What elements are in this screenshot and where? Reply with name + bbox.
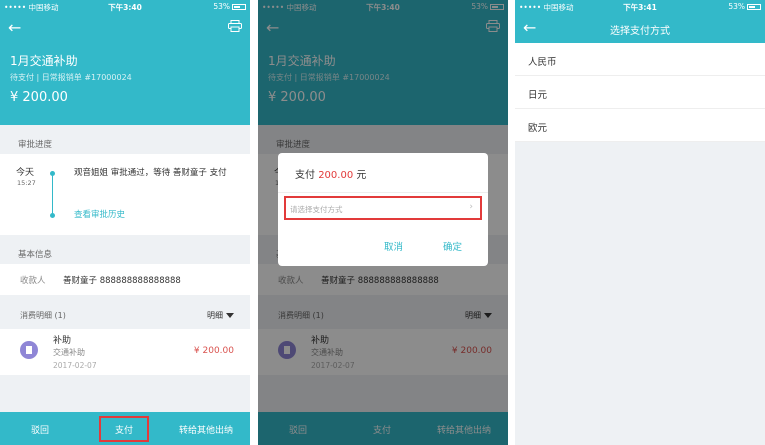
timeline-line xyxy=(52,174,53,216)
approval-day: 今天 xyxy=(16,168,35,178)
details-toggle-label: 明细 xyxy=(207,311,223,320)
cancel-button[interactable]: 取消 xyxy=(384,239,403,253)
pay-dialog: 支付 200.00 元 请选择支付方式 › 取消 确定 xyxy=(278,153,488,266)
status-bar: ••••• 中国移动 下午3:40 53% xyxy=(0,0,250,14)
expense-detail-screen: ••••• 中国移动 下午3:40 53% ← 1月交通补助 待支付 | 日常报… xyxy=(0,0,250,445)
timeline-dot xyxy=(50,213,55,218)
approval-section-header: 审批进度 xyxy=(18,140,53,150)
payee-value: 善财童子 888888888888888 xyxy=(63,276,181,286)
expense-meta: 待支付 | 日常报销单 #17000024 xyxy=(10,73,132,82)
timeline-dot xyxy=(50,171,55,176)
printer-icon[interactable] xyxy=(228,20,242,32)
confirm-button[interactable]: 确定 xyxy=(443,239,462,253)
payee-row: 收款人 善财童子 888888888888888 xyxy=(0,264,250,295)
item-name: 补助 xyxy=(53,336,72,346)
payment-method-select[interactable]: 请选择支付方式 › xyxy=(284,196,482,220)
battery-indicator: 53% xyxy=(728,2,761,11)
battery-icon xyxy=(747,4,761,10)
nav-bar: ← 选择支付方式 xyxy=(515,14,765,43)
expense-details-header: 消费明细 (1) 明细 xyxy=(0,295,250,329)
back-arrow-icon[interactable]: ← xyxy=(8,18,21,37)
pay-dialog-title: 支付 200.00 元 xyxy=(295,166,366,181)
details-count-label: 消费明细 (1) xyxy=(20,311,66,320)
basic-info-header: 基本信息 xyxy=(18,250,53,260)
dialog-title-prefix: 支付 xyxy=(295,170,315,181)
item-type: 交通补助 xyxy=(53,348,85,357)
expense-title: 1月交通补助 xyxy=(10,54,78,68)
status-bar: ••••• 中国移动 下午3:41 53% xyxy=(515,0,765,14)
item-date: 2017-02-07 xyxy=(53,361,97,370)
divider xyxy=(278,192,488,193)
payment-method-screen: ••••• 中国移动 下午3:41 53% ← 选择支付方式 人民币 日元 欧元 xyxy=(515,0,765,445)
dialog-title-suffix: 元 xyxy=(356,170,367,181)
approval-history-link[interactable]: 查看审批历史 xyxy=(74,208,125,220)
caret-down-icon xyxy=(226,313,234,318)
pay-dialog-screen: ••••• 中国移动 下午3:40 53% ← 1月交通补助 待支付 | 日常报… xyxy=(258,0,508,445)
payment-method-placeholder: 请选择支付方式 xyxy=(290,205,343,214)
details-toggle[interactable]: 明细 xyxy=(207,310,234,321)
battery-indicator: 53% xyxy=(213,2,246,11)
approval-time: 15:27 xyxy=(17,179,36,187)
battery-label: 53% xyxy=(213,2,230,11)
approval-status-text: 观音姐姐 审批通过，等待 善财童子 支付 xyxy=(74,168,227,178)
chevron-right-icon: › xyxy=(469,202,473,212)
battery-icon xyxy=(232,4,246,10)
item-amount: ¥ 200.00 xyxy=(193,346,234,356)
action-bar: 驳回 支付 转给其他出纳 xyxy=(0,412,250,445)
battery-label: 53% xyxy=(728,2,745,11)
expense-header: ← 1月交通补助 待支付 | 日常报销单 #17000024 ¥ 200.00 xyxy=(0,14,250,125)
payment-option-eur[interactable]: 欧元 xyxy=(515,109,765,142)
expense-amount: ¥ 200.00 xyxy=(10,90,68,105)
transfer-button[interactable]: 转给其他出纳 xyxy=(179,423,233,436)
payee-label: 收款人 xyxy=(20,276,46,286)
expense-item[interactable]: 补助 交通补助 2017-02-07 ¥ 200.00 xyxy=(0,329,250,375)
approval-timeline: 今天 15:27 观音姐姐 审批通过，等待 善财童子 支付 查看审批历史 xyxy=(0,154,250,235)
payment-option-jpy[interactable]: 日元 xyxy=(515,76,765,109)
reject-button[interactable]: 驳回 xyxy=(31,423,49,436)
dialog-amount: 200.00 xyxy=(318,170,354,181)
page-title: 选择支付方式 xyxy=(610,26,670,37)
pay-button-highlight xyxy=(99,416,149,442)
payment-option-rmb[interactable]: 人民币 xyxy=(515,43,765,76)
bookmark-icon xyxy=(20,341,38,359)
